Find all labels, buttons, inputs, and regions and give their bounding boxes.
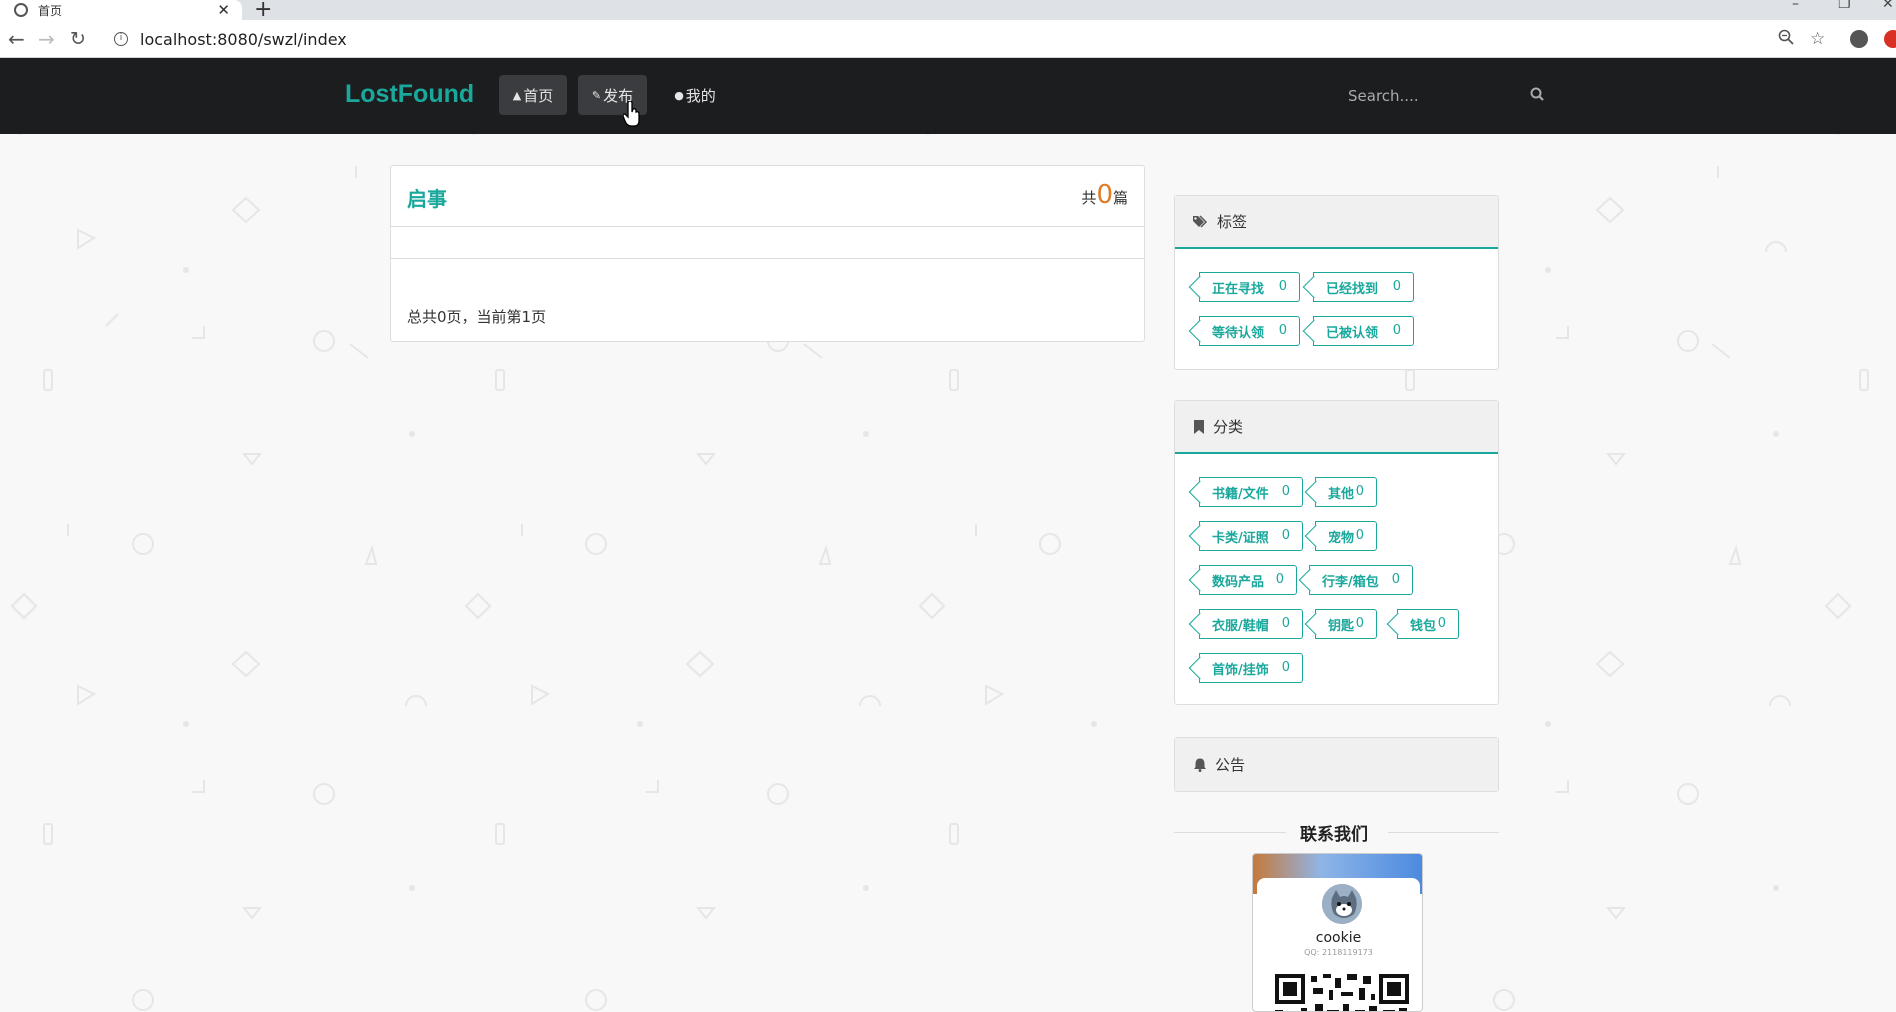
category-chip[interactable]: 钱包 0: [1397, 609, 1459, 639]
card-body: cookie QQ: 2118119173: [1257, 878, 1420, 1011]
notice-panel-header: 公告: [1175, 738, 1498, 791]
avatar: [1320, 882, 1364, 926]
qr-code-image: [1275, 974, 1409, 1011]
edit-icon: ✎: [591, 88, 602, 102]
close-tab-icon[interactable]: ✕: [217, 0, 230, 20]
category-chip[interactable]: 书籍/文件 0: [1199, 477, 1303, 507]
tag-chip[interactable]: 已经找到 0: [1313, 272, 1414, 302]
tags-icon: [1193, 214, 1208, 228]
bell-icon: [1194, 758, 1206, 772]
category-chip[interactable]: 钥匙 0: [1315, 609, 1377, 639]
reload-icon[interactable]: ↻: [70, 26, 86, 52]
notices-count: 共0篇: [1081, 180, 1128, 210]
tag-chip[interactable]: 正在寻找 0: [1199, 272, 1300, 302]
category-chip[interactable]: 其他 0: [1315, 477, 1377, 507]
info-icon[interactable]: i: [114, 32, 128, 46]
notices-panel: 启事 共0篇 总共0页，当前第1页: [390, 165, 1145, 342]
tags-panel-title: 标签: [1217, 213, 1248, 231]
tag-chip[interactable]: 已被认领 0: [1313, 316, 1414, 346]
category-panel-title: 分类: [1213, 418, 1244, 436]
divider: [1388, 832, 1499, 833]
category-panel-header: 分类: [1175, 401, 1498, 454]
category-chip[interactable]: 衣服/鞋帽 0: [1199, 609, 1303, 639]
url-text: localhost:8080/swzl/index: [140, 29, 347, 49]
category-chip[interactable]: 数码产品 0: [1199, 565, 1297, 595]
contact-qq: QQ: 2118119173: [1304, 948, 1373, 957]
nav-home[interactable]: ▲ 首页: [499, 75, 567, 115]
tab-title: 首页: [38, 3, 63, 18]
hand-cursor-icon: [623, 101, 640, 127]
notice-panel: 公告: [1174, 737, 1499, 792]
user-icon: ●: [674, 88, 684, 102]
contact-name: cookie: [1315, 930, 1362, 946]
nav-mine-label: 我的: [685, 86, 716, 105]
bookmark-star-icon[interactable]: ☆: [1810, 29, 1825, 49]
contact-title: 联系我们: [1300, 825, 1368, 845]
divider: [391, 258, 1144, 259]
restore-icon[interactable]: ❐: [1838, 0, 1851, 12]
notices-title: 启事: [407, 187, 447, 211]
category-chip[interactable]: 行李/箱包 0: [1309, 565, 1413, 595]
category-chip[interactable]: 卡类/证照 0: [1199, 521, 1303, 551]
cat-avatar-icon: [1322, 884, 1362, 924]
site-navbar: LostFound ▲ 首页 ✎ 发布 ● 我的 Search....: [0, 58, 1896, 134]
new-tab-icon[interactable]: +: [254, 0, 272, 22]
search-input[interactable]: Search....: [1336, 78, 1556, 114]
notice-panel-title: 公告: [1215, 756, 1246, 774]
pagination-info: 总共0页，当前第1页: [407, 308, 547, 326]
nav-mine[interactable]: ● 我的: [662, 75, 728, 115]
globe-icon: [14, 3, 28, 17]
search-placeholder: Search....: [1348, 87, 1419, 105]
home-icon: ▲: [512, 88, 522, 102]
minimize-icon[interactable]: –: [1792, 0, 1799, 12]
divider: [391, 226, 1144, 227]
notices-count-number: 0: [1096, 180, 1113, 210]
brand-logo[interactable]: LostFound: [345, 80, 474, 109]
profile-icon[interactable]: [1850, 30, 1868, 48]
window-close-icon[interactable]: ✕: [1882, 0, 1894, 12]
bookmark-icon: [1194, 419, 1204, 434]
extension-icon[interactable]: [1884, 30, 1896, 48]
category-chip[interactable]: 宠物 0: [1315, 521, 1377, 551]
forward-icon[interactable]: →: [38, 26, 55, 52]
category-chip[interactable]: 首饰/挂饰 0: [1199, 653, 1303, 683]
search-icon[interactable]: [1530, 87, 1544, 101]
zoom-icon[interactable]: [1778, 29, 1794, 45]
divider: [1174, 832, 1286, 833]
browser-toolbar: ← → ↻ i localhost:8080/swzl/index ☆: [0, 20, 1896, 58]
tag-chip[interactable]: 等待认领 0: [1199, 316, 1300, 346]
browser-tabbar: 首页 ✕ + – ❐ ✕: [0, 0, 1896, 22]
nav-home-label: 首页: [523, 86, 554, 105]
tags-panel-header: 标签: [1175, 196, 1498, 249]
contact-card: cookie QQ: 2118119173: [1252, 853, 1423, 1012]
back-icon[interactable]: ←: [8, 26, 25, 52]
address-bar[interactable]: i localhost:8080/swzl/index: [102, 24, 1802, 54]
browser-tab[interactable]: 首页 ✕: [0, 0, 242, 20]
tags-panel: 标签 正在寻找 0 已经找到 0 等待认领 0 已被认领 0: [1174, 195, 1499, 370]
category-panel: 分类 书籍/文件 0 其他 0 卡类/证照 0 宠物 0 数码产品 0 行李/箱包 0 衣服…: [1174, 400, 1499, 705]
